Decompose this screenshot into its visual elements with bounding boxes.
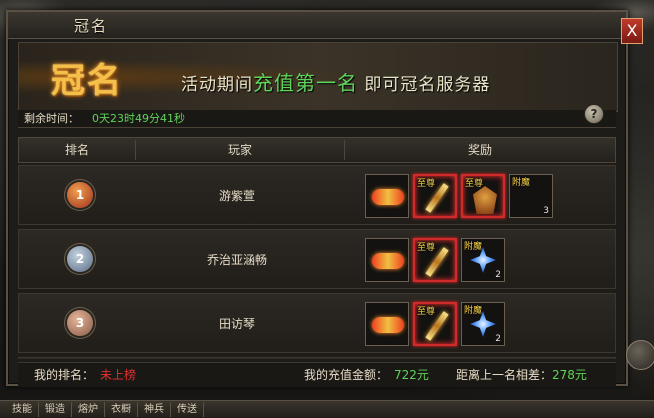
player-name: 游紫萱 [218, 189, 255, 203]
header-player: 玩家 [227, 143, 252, 157]
item-quantity: 2 [495, 270, 501, 280]
item-tag: 至尊 [417, 179, 436, 189]
wings-icon [372, 189, 404, 205]
my-rank-value: 未上榜 [100, 368, 137, 382]
item-tag: 附魔 [464, 306, 483, 316]
table-row: 2 乔治亚涵畅 至尊 附魔 2 [18, 229, 616, 289]
item-tag: 至尊 [417, 243, 436, 253]
reward-slot[interactable]: 至尊 [413, 174, 457, 218]
window-titlebar: 冠名 [8, 12, 626, 39]
countdown-row: 剩余时间： 0天23时49分41秒 [18, 110, 616, 128]
item-tag: 附魔 [512, 178, 531, 188]
hotbar-divine-weapon[interactable]: 神兵 [138, 402, 171, 417]
banner-text-highlight: 充值第一名 [253, 71, 358, 95]
help-icon[interactable]: ? [584, 104, 604, 124]
rank-medal-icon: 3 [67, 310, 93, 336]
banner-text: 活动期间充值第一名 即可冠名服务器 [181, 67, 490, 96]
reward-slot[interactable]: 附魔 3 [509, 174, 553, 218]
my-status-bar: 我的排名： 未上榜 我的充值金额： 722元 距离上一名相差： 278元 [18, 362, 616, 387]
header-rank: 排名 [64, 143, 89, 157]
player-name: 乔治亚涵畅 [206, 253, 267, 267]
close-button[interactable]: X [621, 18, 643, 44]
reward-slot[interactable] [365, 238, 409, 282]
wings-icon [372, 253, 404, 269]
item-tag: 至尊 [417, 307, 436, 317]
rank-medal-icon: 2 [67, 246, 93, 272]
table-row: 1 游紫萱 至尊 至尊 附魔 3 [18, 165, 616, 225]
armor-icon [473, 186, 497, 214]
reward-slot[interactable]: 附魔 2 [461, 238, 505, 282]
header-reward: 奖励 [467, 143, 492, 157]
banner-text-suffix: 即可冠名服务器 [364, 75, 491, 95]
reward-slot[interactable]: 至尊 [413, 238, 457, 282]
side-menu-button[interactable] [626, 340, 654, 370]
my-rank-label: 我的排名： [34, 368, 95, 382]
countdown-value: 0天23时49分41秒 [92, 112, 185, 125]
ranking-table-body[interactable]: 1 游紫萱 至尊 至尊 附魔 3 2 乔治亚涵畅 至尊 附魔 2 3 田访琴 至… [18, 165, 616, 359]
gap-value: 278元 [552, 368, 587, 382]
item-quantity: 3 [543, 206, 549, 216]
reward-slot[interactable]: 附魔 2 [461, 302, 505, 346]
recharge-value: 722元 [394, 368, 429, 382]
naming-rights-window: 冠名 冠名 活动期间充值第一名 即可冠名服务器 剩余时间： 0天23时49分41… [6, 10, 628, 387]
banner-logo: 冠名 [51, 61, 123, 101]
hotbar-teleport[interactable]: 传送 [171, 402, 204, 417]
reward-slot[interactable]: 至尊 [461, 174, 505, 218]
countdown-label: 剩余时间： [24, 112, 79, 125]
hotbar-wardrobe[interactable]: 衣橱 [105, 402, 138, 417]
gap-label: 距离上一名相差： [456, 368, 553, 382]
hotbar-skill[interactable]: 技能 [6, 402, 39, 417]
rank-medal-icon: 1 [67, 182, 93, 208]
event-banner: 冠名 活动期间充值第一名 即可冠名服务器 [18, 42, 618, 112]
table-row: 3 田访琴 至尊 附魔 2 [18, 293, 616, 353]
item-tag: 附魔 [464, 242, 483, 252]
item-quantity: 2 [495, 334, 501, 344]
recharge-label: 我的充值金额： [304, 368, 389, 382]
banner-text-prefix: 活动期间 [181, 75, 253, 95]
ranking-table-header: 排名 玩家 奖励 [18, 137, 616, 163]
wings-icon [372, 317, 404, 333]
reward-slot[interactable] [365, 174, 409, 218]
bottom-hotbar: 技能 锻造 熔炉 衣橱 神兵 传送 [0, 400, 654, 418]
reward-slot[interactable]: 至尊 [413, 302, 457, 346]
reward-slot[interactable] [365, 302, 409, 346]
window-title: 冠名 [74, 17, 109, 35]
hotbar-forge[interactable]: 锻造 [39, 402, 72, 417]
table-row [18, 357, 616, 359]
player-name: 田访琴 [218, 317, 255, 331]
hotbar-furnace[interactable]: 熔炉 [72, 402, 105, 417]
item-tag: 至尊 [465, 179, 484, 189]
